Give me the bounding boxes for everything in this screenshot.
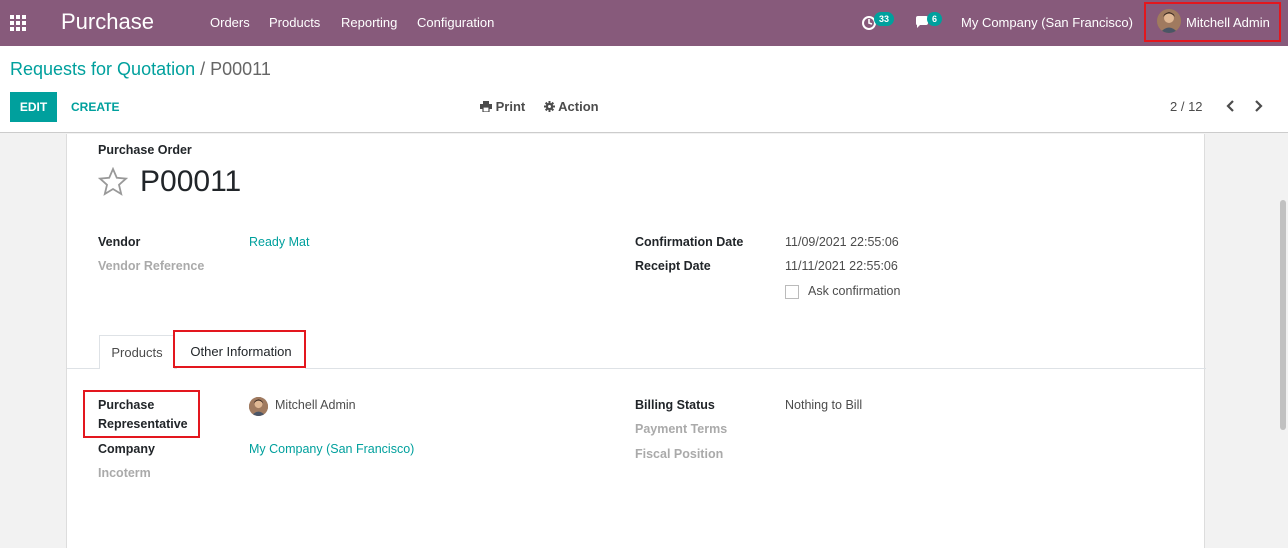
menu-products[interactable]: Products	[269, 15, 320, 30]
tab-products[interactable]: Products	[99, 335, 175, 369]
gear-icon	[544, 101, 555, 112]
billing-status-label: Billing Status	[635, 398, 715, 412]
vendor-link[interactable]: Ready Mat	[249, 235, 309, 249]
vendor-reference-label: Vendor Reference	[98, 259, 205, 273]
form-sheet: Purchase Order P00011 Vendor Ready Mat V…	[66, 134, 1206, 548]
user-name: Mitchell Admin	[1186, 15, 1270, 30]
breadcrumb-current: P00011	[210, 59, 271, 79]
receipt-date-value[interactable]: 11/11/2021 22:55:06	[785, 259, 898, 273]
company-link[interactable]: My Company (San Francisco)	[249, 442, 414, 456]
activity-count-badge: 33	[874, 12, 895, 26]
company-switcher[interactable]: My Company (San Francisco)	[961, 15, 1133, 30]
favorite-star-icon[interactable]	[98, 167, 128, 197]
breadcrumb-separator: /	[200, 59, 206, 79]
vendor-reference-field[interactable]	[249, 259, 549, 275]
order-type-label: Purchase Order	[98, 143, 192, 157]
purchase-representative-label-line1: Purchase	[98, 398, 155, 412]
apps-grid-icon[interactable]	[10, 15, 28, 31]
breadcrumb: Requests for Quotation / P00011	[10, 59, 271, 80]
vendor-label: Vendor	[98, 235, 141, 249]
app-title[interactable]: Purchase	[61, 9, 154, 35]
message-count-badge: 6	[927, 12, 943, 26]
pager-next-icon[interactable]	[1251, 97, 1265, 115]
page-scrollbar[interactable]	[1280, 200, 1286, 430]
print-label: Print	[495, 99, 526, 114]
menu-configuration[interactable]: Configuration	[417, 15, 494, 30]
company-label: Company	[98, 442, 155, 456]
fiscal-position-label: Fiscal Position	[635, 447, 724, 461]
printer-icon	[480, 101, 492, 113]
payment-terms-label: Payment Terms	[635, 422, 728, 436]
representative-avatar	[249, 397, 268, 416]
incoterm-label: Incoterm	[98, 466, 151, 480]
pager-value[interactable]: 2 / 12	[1170, 99, 1203, 114]
control-panel: Requests for Quotation / P00011 EDIT CREAT…	[0, 46, 1288, 133]
print-button[interactable]: Print	[480, 99, 525, 114]
pager-previous-icon[interactable]	[1224, 97, 1238, 115]
action-label: Action	[558, 99, 599, 114]
user-menu[interactable]: Mitchell Admin	[1144, 2, 1281, 42]
create-button[interactable]: CREATE	[71, 100, 119, 114]
purchase-representative-label-line2: Representative	[98, 417, 188, 431]
billing-status-value: Nothing to Bill	[785, 398, 863, 412]
menu-orders[interactable]: Orders	[210, 15, 250, 30]
user-avatar	[1157, 9, 1181, 33]
confirmation-date-value[interactable]: 11/09/2021 22:55:06	[785, 235, 899, 249]
ask-confirmation-checkbox[interactable]	[785, 285, 799, 299]
purchase-representative-value[interactable]: Mitchell Admin	[275, 398, 356, 412]
confirmation-date-label: Confirmation Date	[635, 235, 744, 249]
top-navbar: Purchase Orders Products Reporting Confi…	[0, 0, 1288, 46]
menu-reporting[interactable]: Reporting	[341, 15, 397, 30]
ask-confirmation-label: Ask confirmation	[808, 284, 901, 298]
breadcrumb-parent-link[interactable]: Requests for Quotation	[10, 59, 195, 79]
receipt-date-label: Receipt Date	[635, 259, 711, 273]
order-name: P00011	[140, 165, 242, 198]
action-button[interactable]: Action	[544, 99, 599, 114]
tab-highlight-box	[173, 330, 306, 368]
edit-button[interactable]: EDIT	[10, 92, 57, 122]
